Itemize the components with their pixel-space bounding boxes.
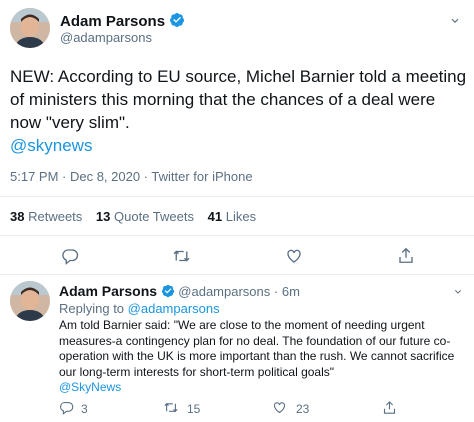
like-icon: [272, 400, 287, 418]
share-icon[interactable]: [397, 246, 415, 265]
main-tweet-mention[interactable]: @skynews: [10, 136, 92, 155]
main-author-name[interactable]: Adam Parsons: [60, 13, 165, 30]
main-avatar[interactable]: [10, 8, 50, 48]
main-tweet-meta[interactable]: 5:17 PM · Dec 8, 2020 · Twitter for iPho…: [10, 169, 253, 184]
chevron-down-icon[interactable]: [452, 285, 464, 303]
retweets-stat[interactable]: 38 Retweets: [10, 209, 86, 224]
engagement-stats: 38 Retweets 13 Quote Tweets 41 Likes: [10, 209, 256, 224]
reply-tweet-text: Am told Barnier said: "We are close to t…: [59, 318, 471, 396]
more-options-icon[interactable]: [448, 14, 462, 33]
retweet-icon[interactable]: [172, 247, 191, 265]
retweet-icon: [163, 400, 179, 418]
main-tweet-body: NEW: According to EU source, Michel Barn…: [10, 67, 467, 132]
main-author-handle[interactable]: @adamparsons: [60, 30, 152, 45]
reply-header: Adam Parsons @adamparsons · 6m: [59, 283, 300, 301]
quote-tweets-stat[interactable]: 13 Quote Tweets: [96, 209, 198, 224]
replying-to-handle[interactable]: @adamparsons: [128, 301, 220, 316]
main-tweet-text: NEW: According to EU source, Michel Barn…: [10, 65, 470, 157]
like-icon[interactable]: [285, 247, 303, 265]
reply-icon[interactable]: [61, 247, 79, 265]
reply-action-retweet[interactable]: 15: [163, 400, 200, 418]
replying-to: Replying to @adamparsons: [59, 301, 220, 316]
likes-stat[interactable]: 41 Likes: [208, 209, 256, 224]
reply-separator: ·: [273, 284, 279, 299]
reply-author-name[interactable]: Adam Parsons: [59, 283, 157, 299]
reply-timestamp[interactable]: 6m: [282, 284, 300, 299]
reply-author-handle[interactable]: @adamparsons: [178, 284, 270, 299]
reply-avatar[interactable]: [10, 281, 50, 321]
reply-action-reply[interactable]: 3: [59, 400, 88, 418]
reply-icon: [59, 400, 74, 418]
reply-action-like[interactable]: 23: [272, 400, 309, 418]
verified-badge-icon: [161, 284, 175, 301]
reply-tweet-body: Am told Barnier said: "We are close to t…: [59, 318, 455, 379]
share-icon[interactable]: [382, 400, 397, 420]
reply-tweet-mention[interactable]: @SkyNews: [59, 380, 121, 394]
verified-badge-icon: [169, 12, 185, 32]
